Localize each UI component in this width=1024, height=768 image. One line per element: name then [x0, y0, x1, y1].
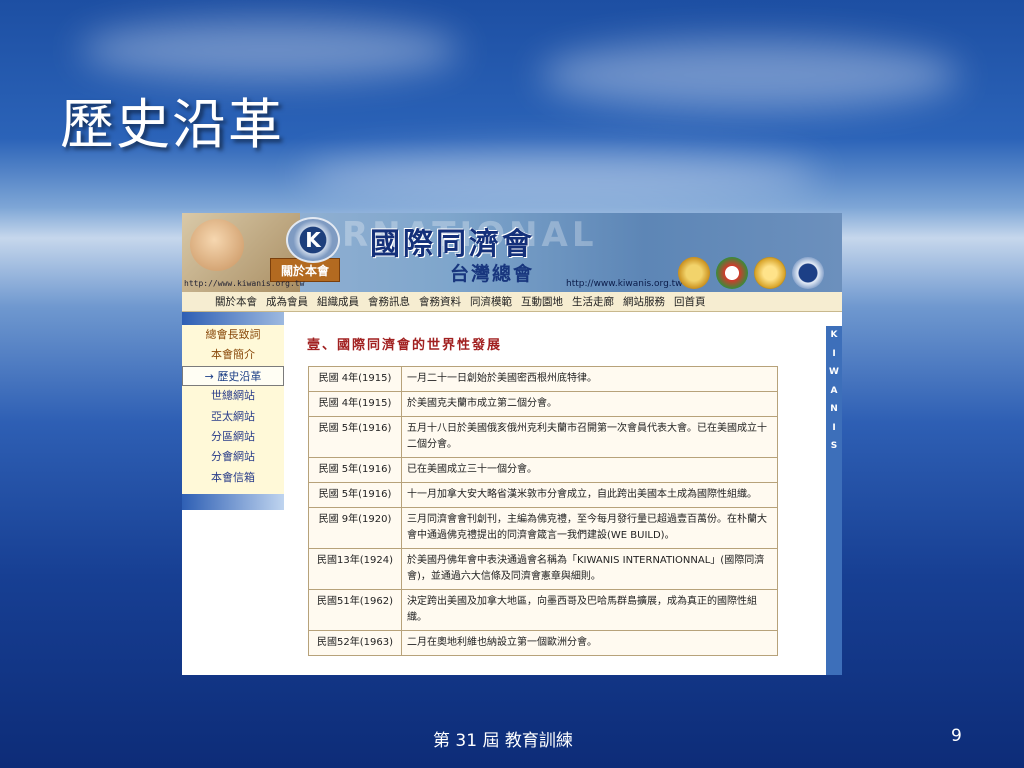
nav-item-home[interactable]: 回首頁	[674, 294, 706, 309]
gold-seal-icon	[678, 257, 710, 289]
site-sidebar: 總會長致詞 本會簡介 → 歷史沿革 世總網站 亞太網站 分區網站 分會網站 本會…	[182, 312, 284, 510]
year-cell: 民國51年(1962)	[308, 589, 402, 631]
event-cell: 決定跨出美國及加拿大地區，向墨西哥及巴哈馬群島擴展，成為真正的國際性組織。	[401, 589, 778, 631]
table-row: 民國 9年(1920) 三月同濟會會刊創刊，主編為佛克禮，至今每月發行量已超過壹百…	[308, 507, 778, 549]
event-cell: 於美國克夫蘭市成立第二個分會。	[401, 391, 778, 417]
emblem-icon	[716, 257, 748, 289]
cloud-decoration	[540, 40, 960, 110]
table-row: 民國 4年(1915) 一月二十一日創始於美國密西根州底特律。	[308, 366, 778, 392]
event-cell: 於美國丹佛年會中表決通過會名稱為「KIWANIS INTERNATIONNAL」…	[401, 548, 778, 590]
site-main: 總會長致詞 本會簡介 → 歷史沿革 世總網站 亞太網站 分區網站 分會網站 本會…	[182, 312, 842, 675]
year-cell: 民國 9年(1920)	[308, 507, 402, 549]
strip-letter: N	[830, 404, 838, 414]
footer-text: 第 31 屆 教育訓練	[433, 731, 573, 751]
site-nav-bar: 關於本會 成為會員 組織成員 會務訊息 會務資料 同濟模範 互動園地 生活走廊 …	[182, 292, 842, 312]
year-cell: 民國 5年(1916)	[308, 457, 402, 483]
sidebar-item-history[interactable]: → 歷史沿革	[182, 365, 284, 387]
seal-icons	[678, 257, 824, 289]
nav-item-organization[interactable]: 組織成員	[317, 294, 359, 309]
slide-footer: 第 31 屆 教育訓練 9	[0, 726, 1024, 751]
sidebar-item-president-message[interactable]: 總會長致詞	[182, 325, 284, 345]
banner-url-right: http://www.kiwanis.org.tw	[566, 279, 683, 289]
nav-item-models[interactable]: 同濟模範	[470, 294, 512, 309]
year-cell: 民國52年(1963)	[308, 630, 402, 656]
table-row: 民國 5年(1916) 五月十八日於美國俄亥俄州克利夫蘭市召開第一次會員代表大會。…	[308, 416, 778, 458]
sidebar-item-district-site[interactable]: 分區網站	[182, 427, 284, 447]
nav-item-lifestyle[interactable]: 生活走廊	[572, 294, 614, 309]
kiwanis-side-strip: K I W A N I S	[826, 326, 842, 675]
nav-item-about[interactable]: 關於本會	[215, 294, 257, 309]
nav-item-services[interactable]: 網站服務	[623, 294, 665, 309]
sidebar-item-asia-pacific-site[interactable]: 亞太網站	[182, 407, 284, 427]
sidebar-bottom-bar	[182, 494, 284, 510]
year-cell: 民國 4年(1915)	[308, 391, 402, 417]
page-number: 9	[951, 726, 962, 746]
history-table-wrap: 民國 4年(1915) 一月二十一日創始於美國密西根州底特律。 民國 4年(191…	[308, 366, 778, 675]
nav-item-news[interactable]: 會務訊息	[368, 294, 410, 309]
event-cell: 二月在奧地利維也納設立第一個歐洲分會。	[401, 630, 778, 656]
sidebar-item-world-site[interactable]: 世總網站	[182, 386, 284, 406]
year-cell: 民國 5年(1916)	[308, 482, 402, 508]
sidebar-item-mailbox[interactable]: 本會信箱	[182, 468, 284, 488]
section-heading: 壹、國際同濟會的世界性發展	[307, 338, 503, 353]
strip-letter: I	[832, 422, 836, 433]
table-row: 民國 5年(1916) 十一月加拿大安大略省漢米敦市分會成立，自此跨出美國本土成為…	[308, 482, 778, 508]
event-cell: 五月十八日於美國俄亥俄州克利夫蘭市召開第一次會員代表大會。已在美國成立十二個分會…	[401, 416, 778, 458]
event-cell: 三月同濟會會刊創刊，主編為佛克禮，至今每月發行量已超過壹百萬份。在朴蘭大會中通過…	[401, 507, 778, 549]
table-row: 民國 4年(1915) 於美國克夫蘭市成立第二個分會。	[308, 391, 778, 417]
sidebar-item-introduction[interactable]: 本會簡介	[182, 345, 284, 365]
year-cell: 民國 5年(1916)	[308, 416, 402, 458]
site-main-title: 國際同濟會	[370, 227, 535, 262]
kiwanis-seal-icon	[792, 257, 824, 289]
website-screenshot: RNATIONAL 關於本會 http://www.kiwanis.org.tw…	[182, 213, 842, 675]
banner-url-left: http://www.kiwanis.org.tw	[184, 279, 305, 288]
child-photo	[190, 219, 244, 271]
kiwanis-logo-icon: K	[286, 217, 340, 263]
event-cell: 十一月加拿大安大略省漢米敦市分會成立，自此跨出美國本土成為國際性組織。	[401, 482, 778, 508]
nav-item-community[interactable]: 互動園地	[521, 294, 563, 309]
cloud-decoration	[80, 20, 460, 80]
strip-letter: K	[830, 330, 838, 340]
sidebar-top-bar	[182, 312, 284, 325]
strip-letter: A	[830, 385, 838, 396]
site-sub-title: 台灣總會	[450, 263, 535, 285]
strip-letter: S	[830, 441, 838, 451]
sidebar-item-club-site[interactable]: 分會網站	[182, 447, 284, 467]
site-banner: RNATIONAL 關於本會 http://www.kiwanis.org.tw…	[182, 213, 842, 292]
strip-letter: I	[832, 348, 836, 359]
year-cell: 民國 4年(1915)	[308, 366, 402, 392]
nav-item-membership[interactable]: 成為會員	[266, 294, 308, 309]
history-table: 民國 4年(1915) 一月二十一日創始於美國密西根州底特律。 民國 4年(191…	[308, 366, 778, 656]
slide-title: 歷史沿革	[60, 93, 284, 156]
cloud-decoration	[300, 150, 820, 200]
table-row: 民國 5年(1916) 已在美國成立三十一個分會。	[308, 457, 778, 483]
table-row: 民國51年(1962) 決定跨出美國及加拿大地區，向墨西哥及巴哈馬群島擴展，成為真…	[308, 589, 778, 631]
year-cell: 民國13年(1924)	[308, 548, 402, 590]
event-cell: 已在美國成立三十一個分會。	[401, 457, 778, 483]
event-cell: 一月二十一日創始於美國密西根州底特律。	[401, 366, 778, 392]
table-row: 民國52年(1963) 二月在奧地利維也納設立第一個歐洲分會。	[308, 630, 778, 656]
strip-letter: W	[829, 367, 839, 377]
nav-item-documents[interactable]: 會務資料	[419, 294, 461, 309]
table-row: 民國13年(1924) 於美國丹佛年會中表決通過會名稱為「KIWANIS INTE…	[308, 548, 778, 590]
sun-seal-icon	[754, 257, 786, 289]
